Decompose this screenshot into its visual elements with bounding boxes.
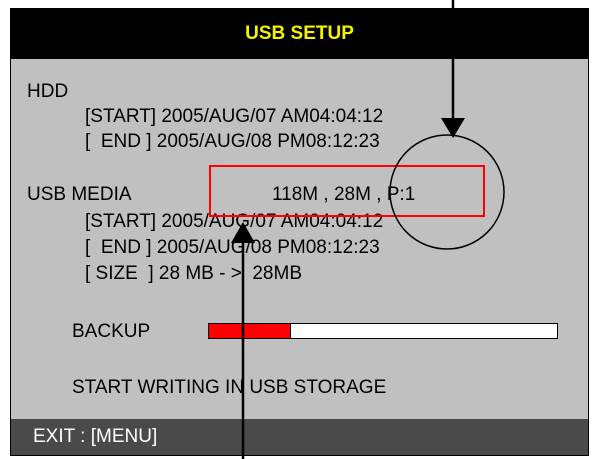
dialog-title: USB SETUP — [245, 23, 354, 44]
status-message: START WRITING IN USB STORAGE — [72, 377, 387, 398]
usb-media-label: USB MEDIA — [27, 184, 132, 205]
usb-summary-highlight — [209, 165, 485, 217]
usb-size: [ SIZE ] 28 MB - > 28MB — [85, 263, 302, 284]
exit-menu-hint[interactable]: EXIT : [MENU] — [33, 419, 157, 455]
hdd-start-time: [START] 2005/AUG/07 AM04:04:12 — [85, 106, 384, 127]
title-bar: USB SETUP — [11, 9, 588, 59]
usb-end-time: [ END ] 2005/AUG/08 PM08:12:23 — [85, 237, 380, 258]
hdd-label: HDD — [27, 81, 69, 102]
footer-bar: EXIT : [MENU] — [11, 419, 588, 455]
backup-label: BACKUP — [72, 321, 151, 342]
hdd-end-time: [ END ] 2005/AUG/08 PM08:12:23 — [85, 131, 380, 152]
backup-progress-bar — [208, 323, 558, 339]
usb-setup-dialog: USB SETUP HDD [START] 2005/AUG/07 AM04:0… — [10, 8, 589, 456]
backup-progress-fill — [209, 324, 291, 338]
